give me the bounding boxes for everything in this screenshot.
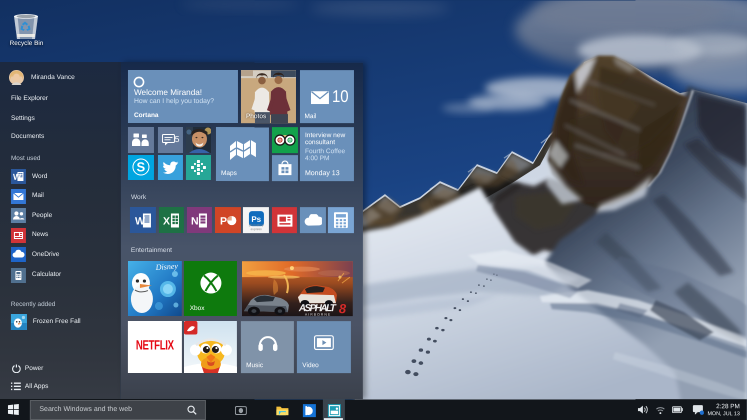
- svg-text:Disney: Disney: [154, 261, 178, 272]
- svg-text:W: W: [135, 215, 145, 227]
- svg-text:AIRBORNE: AIRBORNE: [305, 312, 331, 316]
- svg-text:N: N: [191, 215, 199, 227]
- svg-text:8: 8: [339, 301, 347, 316]
- svg-text:X: X: [163, 215, 170, 227]
- svg-text:S: S: [136, 160, 145, 175]
- svg-text:P: P: [220, 215, 227, 227]
- svg-text:W: W: [13, 172, 22, 182]
